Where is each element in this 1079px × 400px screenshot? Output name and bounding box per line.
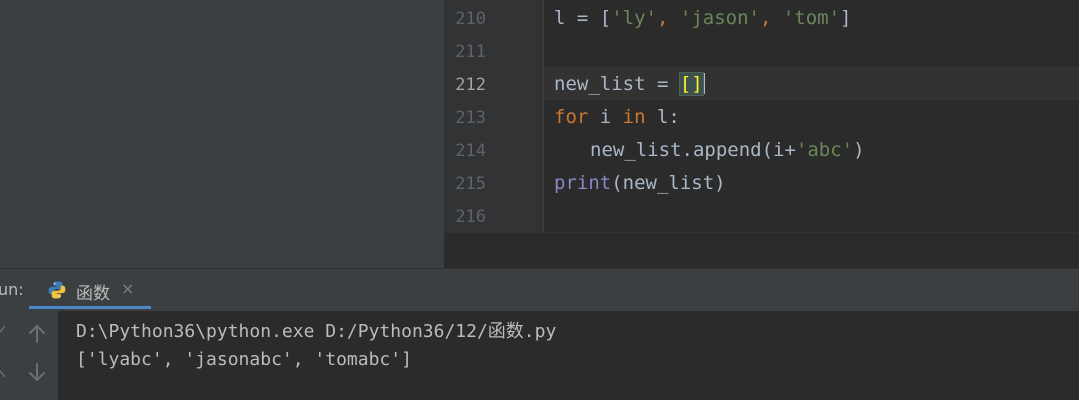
run-console[interactable]: D:\Python36\python.exe D:/Python36/12/函数… [58,311,1079,400]
toolbar-strip-edge [0,321,6,343]
console-output-line: ['lyabc', 'jasonabc', 'tomabc'] [76,349,412,370]
code-line-213[interactable]: for i in l: [554,106,680,128]
code-line-215[interactable]: print(new_list) [554,172,726,194]
code-line-210[interactable]: l = ['ly', 'jason', 'tom'] [554,7,852,29]
line-number: 214 [455,141,486,161]
run-label: un: [0,280,24,299]
close-icon[interactable]: × [121,279,134,298]
code-token: ] [840,7,852,29]
line-number: 211 [455,42,486,62]
line-number-gutter: 210 211 212 213 214 215 216 [444,0,544,232]
code-token: = [645,73,680,95]
line-number: 215 [455,174,486,194]
builtin-function: print [554,172,612,194]
text-caret [702,73,705,94]
string-literal: 'jason' [679,7,760,29]
string-literal: 'ly' [611,7,657,29]
line-number: 216 [455,207,486,227]
string-literal: 'tom' [782,7,841,29]
fold-divider [543,0,544,232]
code-line-214[interactable]: new_list.append(i+'abc') [590,139,865,161]
code-token: (new_list) [611,172,726,194]
run-tab[interactable]: 函数 × [29,269,151,309]
arrow-down-icon[interactable] [24,359,50,385]
matched-brackets: [] [678,72,704,96]
run-toolbar [0,311,58,400]
keyword: in [622,106,646,128]
code-token: i [588,106,623,128]
code-token: ) [853,139,865,161]
active-tab-indicator [29,306,151,309]
code-token: l: [645,106,680,128]
code-token: l [554,7,566,29]
code-token: , [656,7,680,29]
editor-empty-area [444,232,1079,269]
project-tool-window [0,0,444,268]
run-tool-window-header: un: 函数 × [0,268,1079,312]
line-number-current: 212 [455,75,486,95]
run-tab-label: 函数 [76,284,110,304]
line-number: 213 [455,108,486,128]
code-line-212[interactable]: new_list = [] [554,72,705,96]
keyword: for [554,106,589,128]
code-token: new_list.append(i+ [590,139,796,161]
code-token: , [759,7,783,29]
code-editor[interactable]: 210 211 212 213 214 215 216 l = ['ly', '… [444,0,1079,269]
console-command-line: D:\Python36\python.exe D:/Python36/12/函数… [76,321,557,342]
arrow-up-icon[interactable] [24,321,50,347]
string-literal: 'abc' [795,139,854,161]
code-token: = [ [565,7,612,29]
code-token: new_list [554,73,646,95]
python-icon [47,280,67,300]
toolbar-strip-edge [0,363,6,385]
line-number: 210 [455,9,486,29]
